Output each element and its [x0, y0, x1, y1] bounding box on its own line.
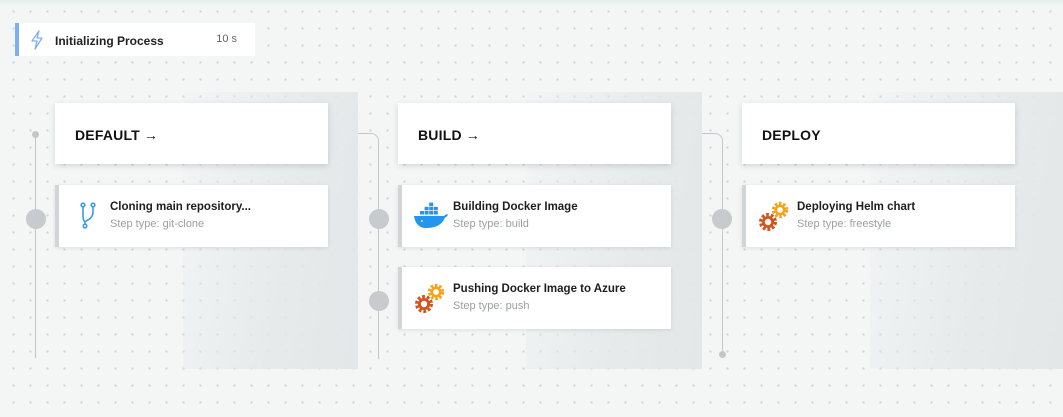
stage-header-default[interactable]: DEFAULT → [55, 103, 328, 164]
git-branch-icon [80, 202, 96, 229]
step-node-dot [369, 209, 389, 229]
lane-line-default [35, 135, 36, 358]
step-name: Pushing Docker Image to Azure [453, 283, 626, 295]
top-shadow [0, 0, 1063, 6]
docker-icon [414, 202, 448, 228]
stage-connector-build-deploy [702, 133, 723, 355]
stage-title: DEFAULT → [75, 127, 159, 143]
init-process-title: Initializing Process [55, 34, 164, 48]
init-process-duration: 10 s [216, 33, 237, 45]
step-type: Step type: git-clone [110, 218, 205, 230]
arrow-right-icon: → [143, 127, 159, 143]
step-card-build[interactable]: Building Docker Image Step type: build [398, 185, 671, 247]
arrow-right-icon: → [465, 127, 480, 143]
step-type: Step type: freestyle [797, 218, 892, 230]
step-type: Step type: push [453, 300, 530, 312]
step-name: Cloning main repository... [110, 201, 251, 213]
lane-end-dot [719, 351, 726, 358]
step-name: Deploying Helm chart [797, 201, 916, 213]
stage-title: BUILD → [418, 127, 480, 143]
bolt-icon [31, 30, 43, 50]
step-node-dot [369, 291, 389, 311]
stage-connector-default-build [358, 133, 379, 359]
step-type: Step type: build [453, 218, 529, 230]
stage-header-deploy[interactable]: DEPLOY [742, 103, 1015, 164]
init-process-card[interactable]: Initializing Process 10 s [15, 23, 255, 56]
stage-title: DEPLOY [762, 127, 821, 143]
step-node-dot [712, 209, 732, 229]
stage-header-build[interactable]: BUILD → [398, 103, 671, 164]
step-name: Building Docker Image [453, 201, 578, 213]
step-node-dot [26, 209, 46, 229]
step-card-push[interactable]: Pushing Docker Image to Azure Step type:… [398, 267, 671, 329]
gears-icon [758, 201, 789, 232]
step-card-helm[interactable]: Deploying Helm chart Step type: freestyl… [742, 185, 1015, 247]
gears-icon [414, 283, 445, 314]
step-card-git-clone[interactable]: Cloning main repository... Step type: gi… [55, 185, 328, 247]
